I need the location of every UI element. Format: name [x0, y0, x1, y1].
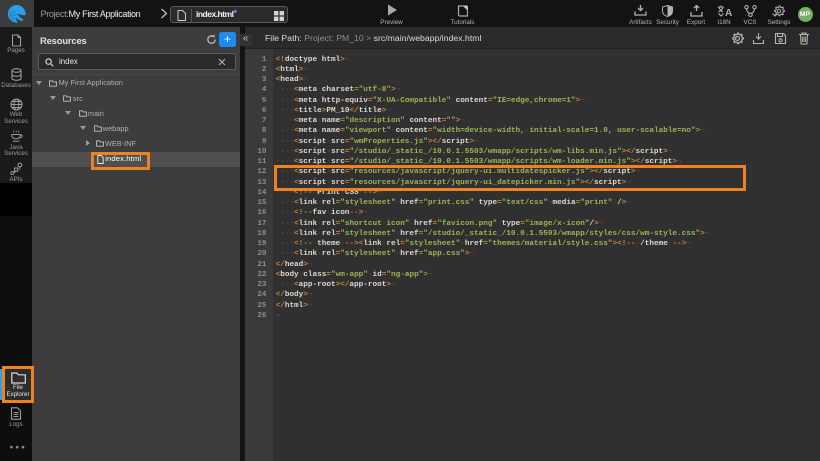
svg-text:A: A — [725, 8, 732, 17]
